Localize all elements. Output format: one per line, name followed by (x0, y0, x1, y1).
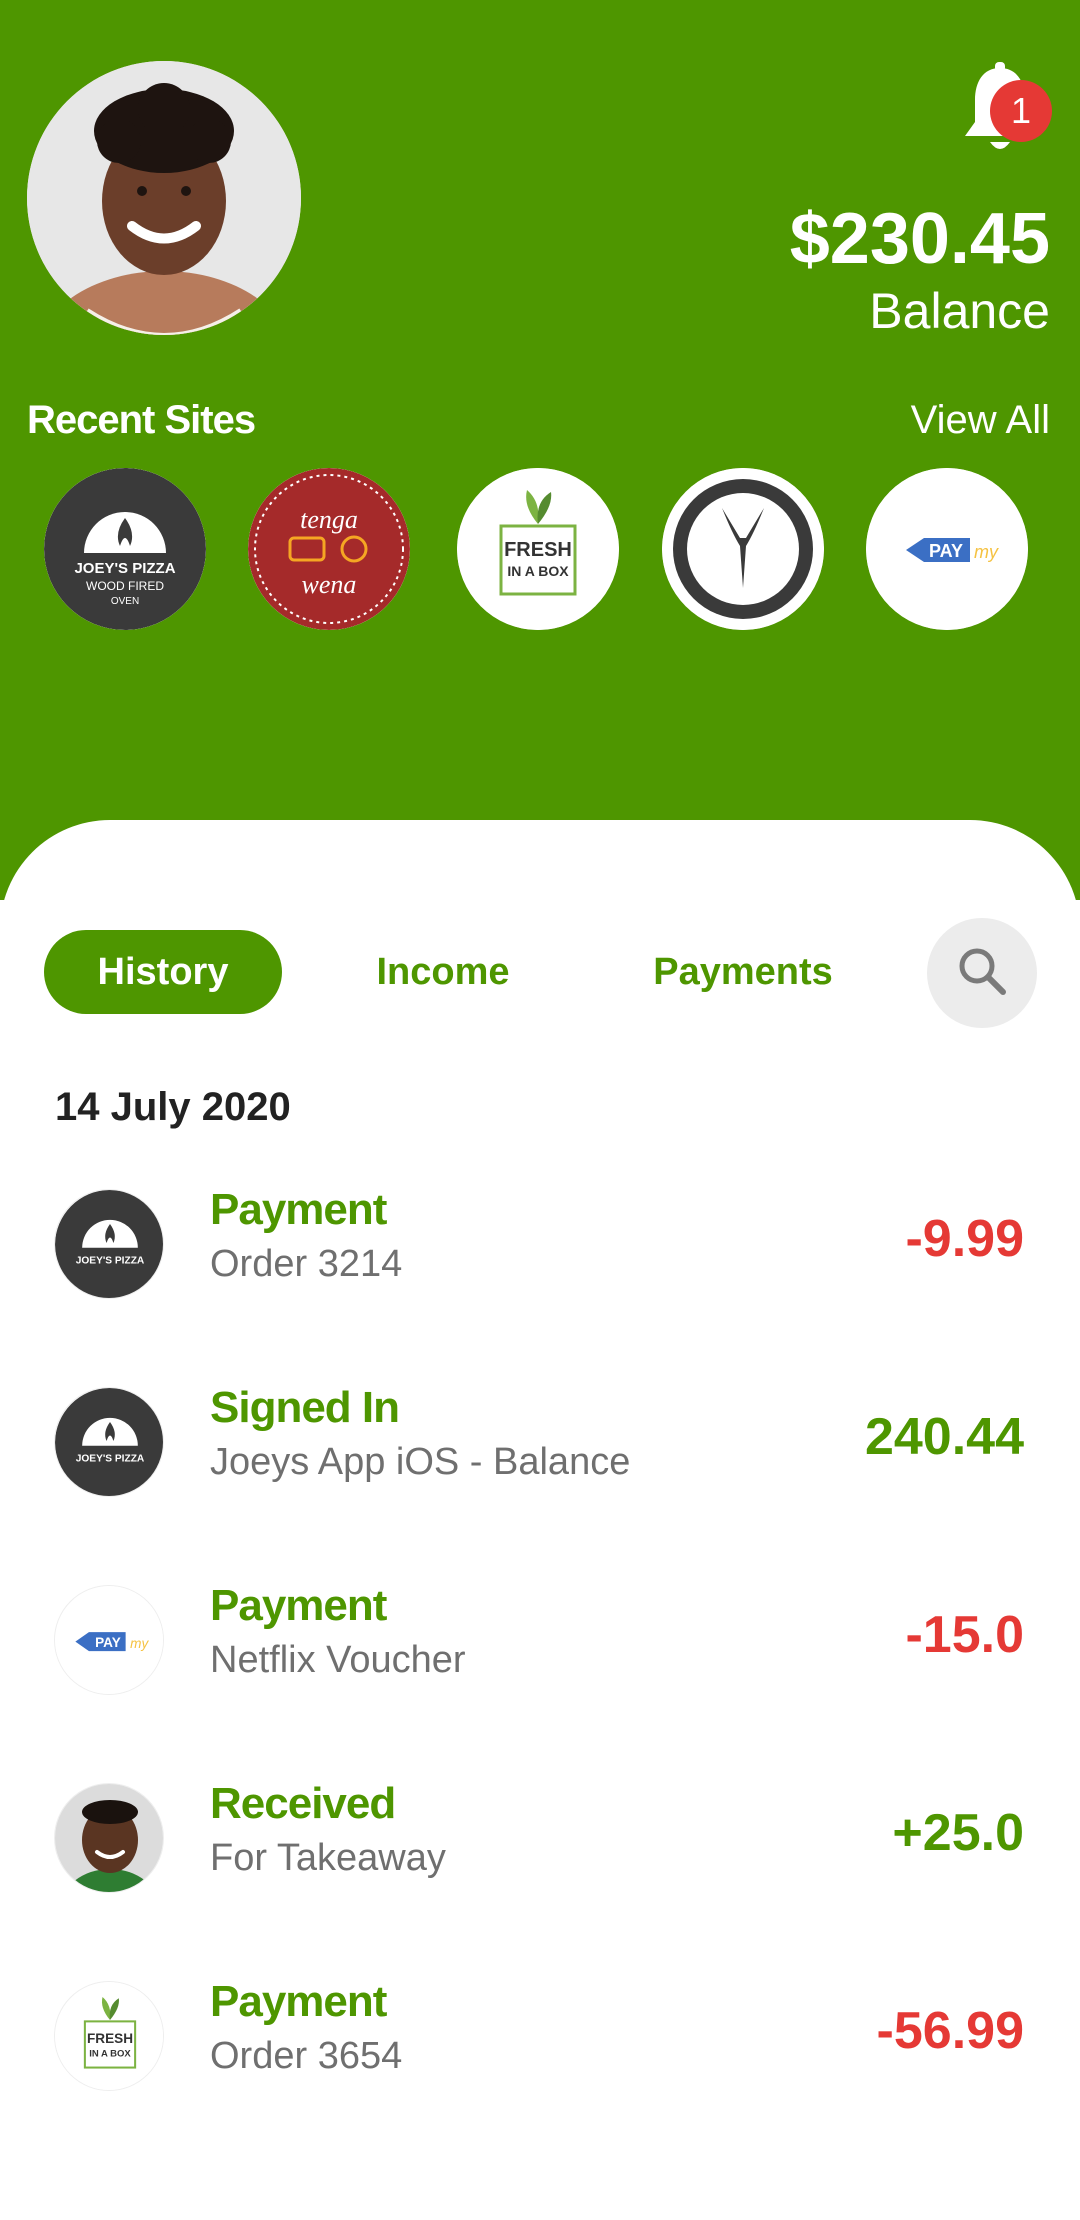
svg-text:my: my (974, 542, 999, 562)
date-header: 14 July 2020 (55, 1085, 291, 1129)
tab-income[interactable]: Income (340, 930, 546, 1014)
person-avatar (54, 1783, 164, 1893)
svg-text:my: my (130, 1636, 149, 1651)
svg-text:JOEY'S PIZZA: JOEY'S PIZZA (74, 560, 175, 577)
joeys-pizza-avatar: JOEY'S PIZZA (54, 1189, 164, 1299)
site-paymy[interactable]: PAY my (866, 468, 1028, 630)
transaction-amount: +25.0 (892, 1804, 1024, 1862)
transaction-title: Received (210, 1779, 396, 1828)
view-all-link[interactable]: View All (911, 398, 1050, 443)
svg-text:OVEN: OVEN (111, 596, 139, 607)
site-antelope[interactable] (662, 468, 824, 630)
transaction-row[interactable]: Received For Takeaway +25.0 (0, 1769, 1080, 1909)
paymy-avatar: PAY my (54, 1585, 164, 1695)
transaction-subtitle: Joeys App iOS - Balance (210, 1441, 631, 1483)
svg-text:IN A BOX: IN A BOX (89, 2049, 131, 2060)
svg-text:JOEY'S PIZZA: JOEY'S PIZZA (76, 1255, 145, 1266)
site-fresh-in-a-box[interactable]: FRESH IN A BOX (457, 468, 619, 630)
transaction-subtitle: Order 3654 (210, 2035, 403, 2077)
svg-text:FRESH: FRESH (87, 2031, 133, 2046)
transaction-amount: -56.99 (876, 2002, 1024, 2060)
transaction-row[interactable]: JOEY'S PIZZA Signed In Joeys App iOS - B… (0, 1373, 1080, 1513)
transaction-title: Payment (210, 1185, 387, 1234)
balance-label: Balance (869, 283, 1050, 339)
transaction-amount: -15.0 (905, 1606, 1024, 1664)
transaction-title: Payment (210, 1977, 387, 2026)
svg-text:JOEY'S PIZZA: JOEY'S PIZZA (76, 1453, 145, 1464)
recent-sites-title: Recent Sites (27, 398, 256, 442)
fresh-in-a-box-avatar: FRESH IN A BOX (54, 1981, 164, 2091)
transaction-title: Signed In (210, 1383, 400, 1432)
profile-avatar[interactable] (27, 61, 301, 335)
transaction-subtitle: For Takeaway (210, 1837, 446, 1879)
balance-amount: $230.45 (789, 199, 1050, 279)
svg-text:PAY: PAY (929, 541, 963, 561)
svg-text:tenga: tenga (300, 505, 358, 534)
svg-text:wena: wena (302, 570, 357, 599)
site-tenga-wena[interactable]: tenga wena (248, 468, 410, 630)
svg-text:PAY: PAY (95, 1635, 121, 1650)
transaction-subtitle: Netflix Voucher (210, 1639, 466, 1681)
search-icon (955, 944, 1009, 1003)
joeys-pizza-avatar: JOEY'S PIZZA (54, 1387, 164, 1497)
tab-payments[interactable]: Payments (630, 930, 856, 1014)
notification-badge: 1 (990, 80, 1052, 142)
transaction-amount: -9.99 (905, 1210, 1024, 1268)
search-button[interactable] (927, 918, 1037, 1028)
transaction-row[interactable]: JOEY'S PIZZA Payment Order 3214 -9.99 (0, 1175, 1080, 1315)
transaction-row[interactable]: FRESH IN A BOX Payment Order 3654 -56.99 (0, 1967, 1080, 2107)
site-joeys-pizza[interactable]: JOEY'S PIZZA WOOD FIRED OVEN (44, 468, 206, 630)
transaction-row[interactable]: PAY my Payment Netflix Voucher -15.0 (0, 1571, 1080, 1711)
transaction-title: Payment (210, 1581, 387, 1630)
transaction-subtitle: Order 3214 (210, 1243, 403, 1285)
svg-text:FRESH: FRESH (504, 539, 572, 561)
svg-text:WOOD FIRED: WOOD FIRED (86, 579, 164, 593)
transaction-amount: 240.44 (864, 1408, 1024, 1466)
tab-history[interactable]: History (44, 930, 282, 1014)
svg-text:IN A BOX: IN A BOX (507, 563, 569, 579)
